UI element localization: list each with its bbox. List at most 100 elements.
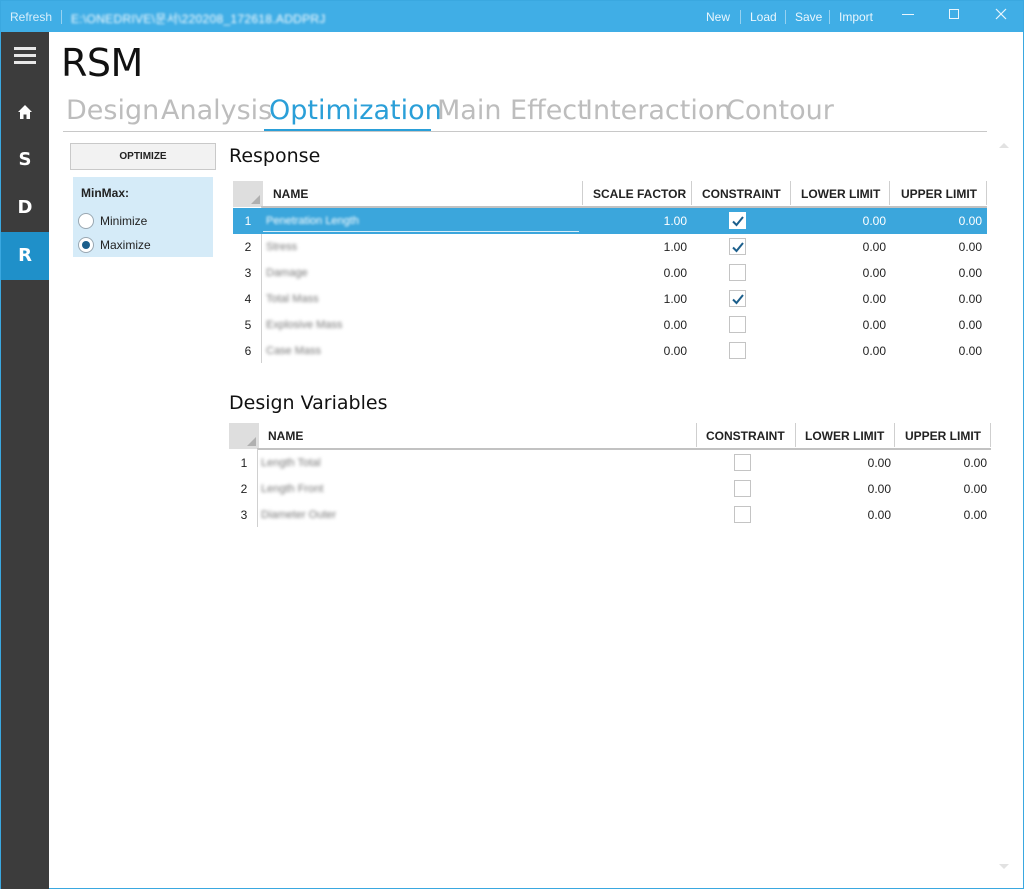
upper-limit-cell[interactable]: 0.00 (901, 286, 982, 312)
column-header-lower-limit[interactable]: LOWER LIMIT (805, 423, 884, 449)
lower-limit-cell[interactable]: 0.00 (801, 286, 886, 312)
constraint-checkbox[interactable] (729, 290, 746, 307)
row-name[interactable]: Total Mass (266, 286, 319, 312)
constraint-checkbox[interactable] (734, 480, 751, 497)
column-divider (889, 181, 890, 205)
scroll-up-icon[interactable] (999, 141, 1009, 149)
import-button[interactable]: Import (839, 10, 873, 24)
constraint-checkbox[interactable] (734, 506, 751, 523)
row-name[interactable]: Diameter Outer (261, 502, 336, 528)
hamburger-icon[interactable] (14, 47, 36, 65)
column-header-constraint[interactable]: CONSTRAINT (706, 423, 785, 449)
sidebar-item-r[interactable]: R (1, 232, 49, 280)
scroll-down-icon[interactable] (999, 863, 1009, 871)
load-button[interactable]: Load (750, 10, 777, 24)
maximize-radio[interactable] (78, 237, 94, 253)
title-divider (61, 10, 62, 24)
lower-limit-cell[interactable]: 0.00 (801, 208, 886, 234)
table-row[interactable]: 3 Damage 0.00 0.00 0.00 (233, 260, 987, 286)
upper-limit-cell[interactable]: 0.00 (901, 312, 982, 338)
scale-factor-cell[interactable]: 1.00 (593, 286, 687, 312)
minimize-radio[interactable] (78, 213, 94, 229)
row-name[interactable]: Explosive Mass (266, 312, 342, 338)
scale-factor-cell[interactable]: 0.00 (593, 338, 687, 364)
tab-analysis[interactable]: Analysis (161, 95, 272, 126)
lower-limit-cell[interactable]: 0.00 (801, 234, 886, 260)
constraint-checkbox[interactable] (729, 238, 746, 255)
tab-main-effect[interactable]: Main Effect (437, 95, 588, 126)
constraint-checkbox[interactable] (729, 264, 746, 281)
table-row[interactable]: 2 Stress 1.00 0.00 0.00 (233, 234, 987, 260)
row-name[interactable]: Case Mass (266, 338, 321, 364)
upper-limit-cell[interactable]: 0.00 (901, 260, 982, 286)
row-index: 1 (244, 214, 252, 228)
tab-optimization[interactable]: Optimization (269, 95, 442, 126)
refresh-button[interactable]: Refresh (10, 10, 52, 24)
row-name[interactable]: Length Total (261, 450, 321, 476)
select-all-corner[interactable] (233, 181, 263, 207)
sidebar-item-d[interactable]: D (1, 184, 49, 232)
upper-limit-cell[interactable]: 0.00 (901, 234, 982, 260)
column-header-name[interactable]: NAME (268, 423, 303, 449)
minmax-panel: MinMax: Minimize Maximize (73, 177, 213, 257)
tab-contour[interactable]: Contour (726, 95, 834, 126)
constraint-checkbox[interactable] (734, 454, 751, 471)
upper-limit-cell[interactable]: 0.00 (901, 208, 982, 234)
table-row[interactable]: 4 Total Mass 1.00 0.00 0.00 (233, 286, 987, 312)
lower-limit-cell[interactable]: 0.00 (801, 312, 886, 338)
table-row[interactable]: 5 Explosive Mass 0.00 0.00 0.00 (233, 312, 987, 338)
upper-limit-cell[interactable]: 0.00 (901, 338, 982, 364)
scale-factor-cell[interactable]: 0.00 (593, 312, 687, 338)
optimize-button[interactable]: OPTIMIZE (70, 143, 216, 170)
menu-divider (740, 10, 741, 24)
column-divider (582, 181, 583, 205)
tab-design[interactable]: Design (66, 95, 159, 126)
scale-factor-cell[interactable]: 1.00 (593, 234, 687, 260)
design-variables-table: NAME CONSTRAINT LOWER LIMIT UPPER LIMIT … (229, 423, 993, 529)
tab-interaction[interactable]: Interaction (585, 95, 731, 126)
column-header-upper-limit[interactable]: UPPER LIMIT (901, 181, 977, 207)
lower-limit-cell[interactable]: 0.00 (805, 450, 891, 476)
constraint-checkbox[interactable] (729, 212, 746, 229)
minmax-label: MinMax: (81, 186, 129, 200)
table-row[interactable]: 1 Penetration Length 1.00 0.00 0.00 (233, 208, 987, 234)
home-icon[interactable] (1, 88, 49, 136)
lower-limit-cell[interactable]: 0.00 (801, 338, 886, 364)
lower-limit-cell[interactable]: 0.00 (801, 260, 886, 286)
upper-limit-cell[interactable]: 0.00 (905, 450, 987, 476)
table-row[interactable]: 6 Case Mass 0.00 0.00 0.00 (233, 338, 987, 364)
table-row[interactable]: 2 Length Front 0.00 0.00 (229, 476, 991, 502)
row-index: 5 (244, 318, 252, 332)
maximize-icon[interactable] (944, 5, 964, 27)
upper-limit-cell[interactable]: 0.00 (905, 502, 987, 528)
column-header-scale-factor[interactable]: SCALE FACTOR (593, 181, 686, 207)
column-header-name[interactable]: NAME (273, 181, 308, 207)
menu-divider (785, 10, 786, 24)
column-header-lower-limit[interactable]: LOWER LIMIT (801, 181, 880, 207)
column-divider (790, 181, 791, 205)
upper-limit-cell[interactable]: 0.00 (905, 476, 987, 502)
row-name[interactable]: Damage (266, 260, 308, 286)
response-table: NAME SCALE FACTOR CONSTRAINT LOWER LIMIT… (233, 181, 989, 365)
lower-limit-cell[interactable]: 0.00 (805, 502, 891, 528)
table-row[interactable]: 1 Length Total 0.00 0.00 (229, 450, 991, 476)
save-button[interactable]: Save (795, 10, 822, 24)
scale-factor-cell[interactable]: 0.00 (593, 260, 687, 286)
column-header-constraint[interactable]: CONSTRAINT (702, 181, 781, 207)
constraint-checkbox[interactable] (729, 342, 746, 359)
column-divider (691, 181, 692, 205)
minimize-icon[interactable] (898, 5, 918, 27)
scale-factor-cell[interactable]: 1.00 (593, 208, 687, 234)
response-title: Response (229, 145, 321, 167)
table-row[interactable]: 3 Diameter Outer 0.00 0.00 (229, 502, 991, 528)
constraint-checkbox[interactable] (729, 316, 746, 333)
select-all-corner[interactable] (229, 423, 259, 449)
new-button[interactable]: New (706, 10, 730, 24)
row-name[interactable]: Stress (266, 234, 297, 260)
sidebar-item-s[interactable]: S (1, 136, 49, 184)
column-header-upper-limit[interactable]: UPPER LIMIT (905, 423, 981, 449)
column-divider (696, 423, 697, 447)
close-icon[interactable] (991, 5, 1011, 27)
row-name[interactable]: Length Front (261, 476, 323, 502)
lower-limit-cell[interactable]: 0.00 (805, 476, 891, 502)
